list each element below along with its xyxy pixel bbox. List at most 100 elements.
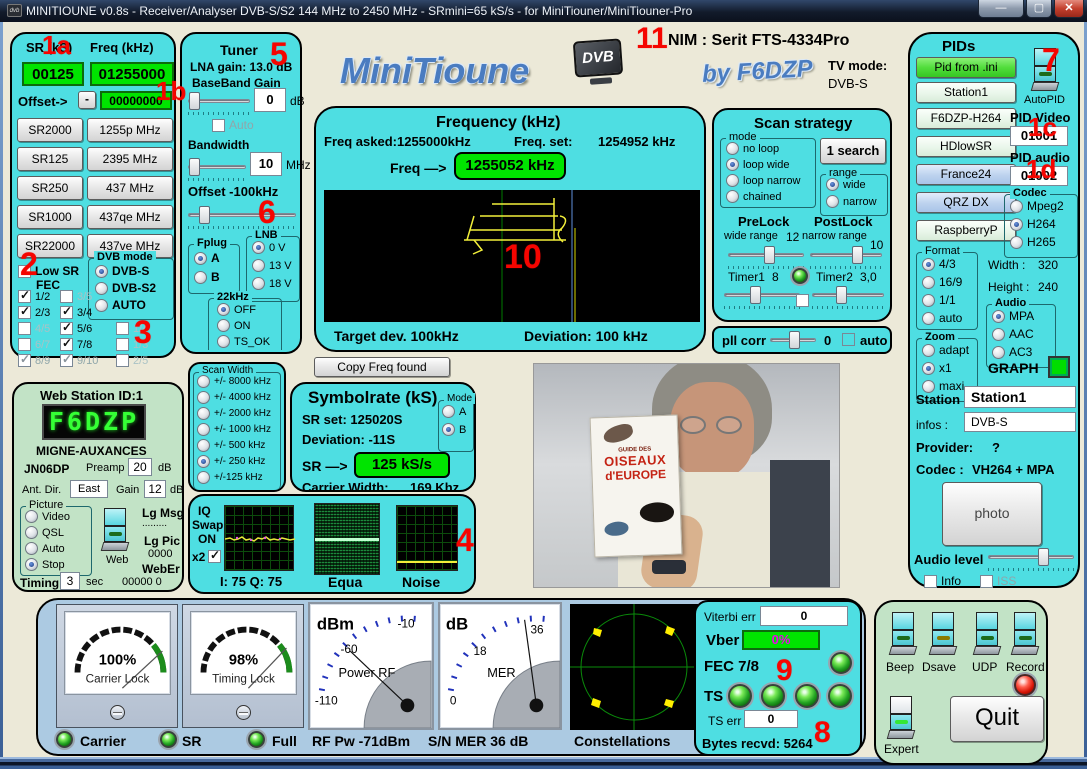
radio-dot[interactable] (826, 195, 839, 208)
radio-dot[interactable] (1010, 200, 1023, 213)
raspberryp-button[interactable]: RaspberryP (916, 220, 1016, 241)
timer2-slider[interactable] (812, 286, 884, 304)
radio-dot[interactable] (217, 319, 230, 332)
timer-checkbox[interactable] (796, 294, 809, 307)
radio-4-3[interactable]: 4/3 (922, 257, 956, 271)
radio-dot[interactable] (922, 344, 935, 357)
timer1-slider[interactable] (724, 286, 800, 304)
sr1000-button[interactable]: SR1000 (17, 205, 83, 229)
maximize-button[interactable]: ▢ (1026, 0, 1052, 18)
beep-switch[interactable] (890, 612, 916, 656)
radio-zoom-maxi[interactable]: maxi (922, 379, 964, 393)
checkbox-box[interactable] (18, 290, 31, 303)
web-switch[interactable] (102, 508, 128, 552)
offset-minus-button[interactable]: - (78, 91, 96, 109)
radio-fplug-b[interactable]: B (194, 270, 220, 284)
radio-dot[interactable] (25, 542, 38, 555)
radio-dot[interactable] (726, 142, 739, 155)
radio-sw-4000[interactable]: +/- 4000 kHz (197, 391, 271, 404)
radio-dot[interactable] (217, 303, 230, 316)
radio-dot[interactable] (1010, 236, 1023, 249)
fec-4-5[interactable]: 4/5 (18, 322, 50, 335)
info-checkbox[interactable]: Info (924, 574, 961, 588)
radio-dot[interactable] (922, 380, 935, 393)
radio-sr-mode-b[interactable]: B (442, 423, 466, 436)
radio-dot[interactable] (25, 558, 38, 571)
fec-9-10[interactable]: 9/10 (60, 354, 98, 367)
radio-sw-125[interactable]: +/-125 kHz (197, 471, 263, 484)
minimize-button[interactable]: — (978, 0, 1024, 18)
checkbox-box[interactable] (116, 338, 129, 351)
wide-range-slider[interactable] (728, 246, 804, 264)
radio-dot[interactable] (25, 526, 38, 539)
checkbox-box[interactable] (60, 306, 73, 319)
checkbox-box[interactable] (60, 354, 73, 367)
freq-1255p-button[interactable]: 1255p MHz (87, 118, 173, 142)
expert-switch[interactable] (888, 696, 914, 740)
iss-checkbox[interactable]: ISS (980, 574, 1016, 588)
radio-dot[interactable] (726, 174, 739, 187)
france24-button[interactable]: France24 (916, 164, 1016, 185)
audio-level-slider[interactable] (988, 548, 1074, 566)
radio-dvb-auto[interactable]: AUTO (95, 298, 146, 312)
infos-field[interactable]: DVB-S (964, 412, 1076, 432)
dsave-switch[interactable] (930, 612, 956, 656)
radio-chained[interactable]: chained (726, 190, 782, 203)
radio-dvbs[interactable]: DVB-S (95, 264, 149, 278)
radio-h264[interactable]: H264 (1010, 217, 1056, 231)
x2-checkbox[interactable] (208, 550, 221, 563)
checkbox-box[interactable] (980, 575, 993, 588)
station-field[interactable]: Station1 (964, 386, 1076, 408)
radio-dot[interactable] (217, 335, 230, 348)
qrz-dx-button[interactable]: QRZ DX (916, 192, 1016, 213)
radio-dot[interactable] (726, 190, 739, 203)
sr250-button[interactable]: SR250 (17, 176, 83, 200)
radio-range-wide[interactable]: wide (826, 178, 866, 191)
fec-2-5[interactable]: 2/5 (116, 354, 148, 367)
radio-lnb-13v[interactable]: 13 V (252, 259, 292, 272)
checkbox-box[interactable] (212, 119, 225, 132)
checkbox-box[interactable] (60, 290, 73, 303)
radio-16-9[interactable]: 16/9 (922, 275, 962, 289)
udp-switch[interactable] (974, 612, 1000, 656)
radio-dot[interactable] (197, 423, 210, 436)
radio-sr-mode-a[interactable]: A (442, 405, 466, 418)
radio-dot[interactable] (197, 407, 210, 420)
radio-22khz-off[interactable]: OFF (217, 303, 256, 316)
radio-lnb-0v[interactable]: 0 V (252, 241, 286, 254)
radio-dot[interactable] (197, 439, 210, 452)
radio-fplug-a[interactable]: A (194, 251, 220, 265)
fec-3-4[interactable]: 3/4 (60, 306, 92, 319)
radio-dot[interactable] (252, 277, 265, 290)
radio-loop-narrow[interactable]: loop narrow (726, 174, 800, 187)
radio-dot[interactable] (922, 276, 935, 289)
fec-2-3[interactable]: 2/3 (18, 306, 50, 319)
radio-no-loop[interactable]: no loop (726, 142, 779, 155)
radio-sw-250[interactable]: +/- 250 kHz (197, 455, 265, 468)
radio-sw-2000[interactable]: +/- 2000 kHz (197, 407, 271, 420)
radio-dot[interactable] (726, 158, 739, 171)
copy-freq-found-button[interactable]: Copy Freq found (314, 357, 450, 377)
radio-dot[interactable] (922, 258, 935, 271)
radio-dvbs2[interactable]: DVB-S2 (95, 281, 156, 295)
tuner-offset-slider[interactable] (188, 206, 296, 224)
checkbox-box[interactable] (18, 306, 31, 319)
radio-22khz-on[interactable]: ON (217, 319, 251, 332)
fec-7-8[interactable]: 7/8 (60, 338, 92, 351)
radio-zoom-adapt[interactable]: adapt (922, 343, 969, 357)
radio-dot[interactable] (197, 471, 210, 484)
baseband-gain-value[interactable]: 0 (254, 88, 286, 112)
fec-6-7[interactable]: 6/7 (18, 338, 50, 351)
pll-corr-slider[interactable] (770, 331, 816, 349)
radio-dot[interactable] (95, 282, 108, 295)
meter-screw[interactable] (236, 705, 251, 720)
radio-dot[interactable] (252, 241, 265, 254)
radio-aac[interactable]: AAC (992, 327, 1034, 341)
fec-1-2[interactable]: 1/2 (18, 290, 50, 303)
bandwidth-value[interactable]: 10 (250, 152, 282, 176)
radio-dot[interactable] (194, 271, 207, 284)
baseband-auto-checkbox[interactable]: Auto (212, 118, 254, 132)
radio-dot[interactable] (197, 375, 210, 388)
radio-picture-video[interactable]: Video (25, 510, 70, 523)
radio-format-auto[interactable]: auto (922, 311, 962, 325)
